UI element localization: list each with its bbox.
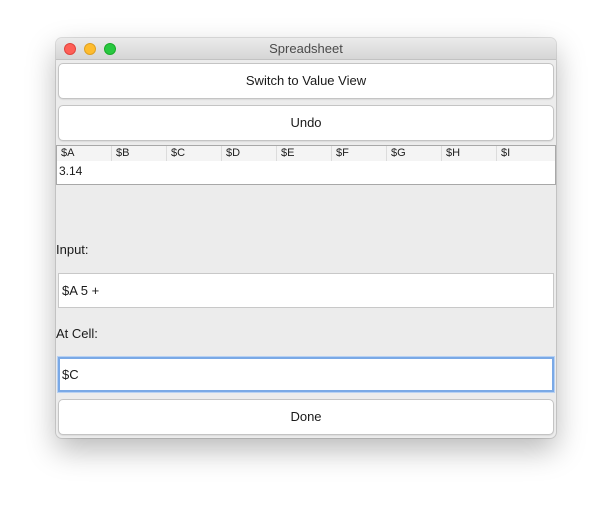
column-header-c[interactable]: $C: [167, 146, 222, 161]
cell-d1[interactable]: [222, 162, 277, 182]
spreadsheet-window: Spreadsheet Switch to Value View Undo $A…: [56, 38, 556, 438]
input-label: Input:: [56, 242, 89, 257]
cell-b1[interactable]: [112, 162, 167, 182]
undo-button[interactable]: Undo: [58, 105, 554, 141]
cell-f1[interactable]: [332, 162, 387, 182]
column-header-i[interactable]: $I: [497, 146, 555, 161]
input-field[interactable]: [58, 273, 554, 308]
cell-i1[interactable]: [497, 162, 552, 182]
table-row: 3.14: [57, 162, 555, 182]
column-header-a[interactable]: $A: [57, 146, 112, 161]
cell-a1[interactable]: 3.14: [57, 162, 112, 182]
column-header-e[interactable]: $E: [277, 146, 332, 161]
cell-e1[interactable]: [277, 162, 332, 182]
window-title: Spreadsheet: [269, 41, 343, 56]
done-button[interactable]: Done: [58, 399, 554, 435]
spreadsheet-grid: $A $B $C $D $E $F $G $H $I 3.14: [56, 145, 556, 185]
cell-h1[interactable]: [442, 162, 497, 182]
cell-g1[interactable]: [387, 162, 442, 182]
column-header-row: $A $B $C $D $E $F $G $H $I: [57, 146, 555, 161]
cell-c1[interactable]: [167, 162, 222, 182]
switch-view-button[interactable]: Switch to Value View: [58, 63, 554, 99]
column-header-f[interactable]: $F: [332, 146, 387, 161]
at-cell-field[interactable]: [58, 357, 554, 392]
column-header-b[interactable]: $B: [112, 146, 167, 161]
at-cell-label: At Cell:: [56, 326, 98, 341]
title-bar[interactable]: Spreadsheet: [56, 38, 556, 60]
column-header-h[interactable]: $H: [442, 146, 497, 161]
column-header-g[interactable]: $G: [387, 146, 442, 161]
column-header-d[interactable]: $D: [222, 146, 277, 161]
